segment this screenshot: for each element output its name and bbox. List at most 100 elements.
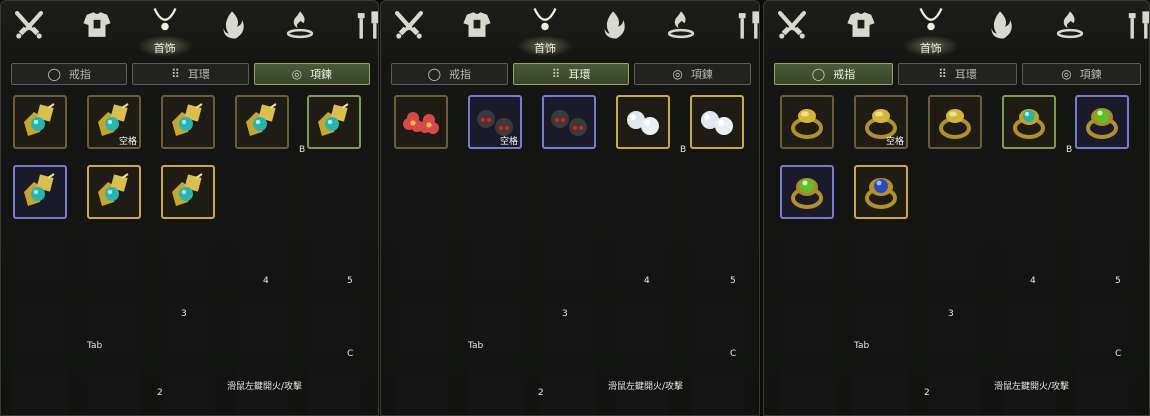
empty-slot[interactable] <box>307 301 361 355</box>
empty-slot[interactable] <box>13 369 67 415</box>
category-armor-button[interactable] <box>455 5 499 49</box>
empty-slot[interactable] <box>394 369 448 415</box>
empty-slot[interactable] <box>1002 369 1056 415</box>
empty-slot[interactable] <box>854 233 908 287</box>
empty-slot[interactable] <box>468 233 522 287</box>
item-slot[interactable] <box>616 95 670 149</box>
empty-slot[interactable] <box>13 301 67 355</box>
empty-slot[interactable] <box>690 233 744 287</box>
tab-earring[interactable]: ⠿ 耳環 <box>132 63 249 85</box>
tab-necklace[interactable]: ◎ 項鍊 <box>634 63 751 85</box>
item-slot[interactable] <box>1002 95 1056 149</box>
category-crossed-swords-button[interactable] <box>770 5 814 49</box>
empty-slot[interactable] <box>928 165 982 219</box>
category-fire-bowl-button[interactable] <box>278 5 322 49</box>
empty-slot[interactable] <box>542 233 596 287</box>
tab-ring[interactable]: ◯ 戒指 <box>11 63 128 85</box>
empty-slot[interactable] <box>307 165 361 219</box>
empty-slot[interactable] <box>780 369 834 415</box>
tab-earring[interactable]: ⠿ 耳環 <box>898 63 1017 85</box>
item-slot[interactable] <box>161 95 215 149</box>
empty-slot[interactable] <box>616 369 670 415</box>
category-crossed-swords-button[interactable] <box>7 5 51 49</box>
category-flame-button[interactable] <box>210 5 254 49</box>
category-armor-button[interactable] <box>839 5 883 49</box>
empty-slot[interactable] <box>235 165 289 219</box>
empty-slot[interactable] <box>616 233 670 287</box>
empty-slot[interactable] <box>13 233 67 287</box>
empty-slot[interactable] <box>87 233 141 287</box>
empty-slot[interactable] <box>928 301 982 355</box>
empty-slot[interactable] <box>780 301 834 355</box>
empty-slot[interactable] <box>1075 301 1129 355</box>
item-slot[interactable] <box>13 165 67 219</box>
item-slot[interactable] <box>161 165 215 219</box>
item-slot[interactable] <box>780 165 834 219</box>
empty-slot[interactable] <box>1075 165 1129 219</box>
item-slot[interactable] <box>780 95 834 149</box>
item-slot[interactable] <box>307 95 361 149</box>
empty-slot[interactable] <box>1075 233 1129 287</box>
item-slot[interactable] <box>1075 95 1129 149</box>
empty-slot[interactable] <box>542 301 596 355</box>
empty-slot[interactable] <box>468 165 522 219</box>
empty-slot[interactable] <box>780 233 834 287</box>
item-slot[interactable] <box>542 95 596 149</box>
category-armor-button[interactable] <box>75 5 119 49</box>
empty-slot[interactable] <box>690 369 744 415</box>
category-tools-button[interactable] <box>727 5 759 49</box>
empty-slot[interactable] <box>394 165 448 219</box>
empty-slot[interactable] <box>394 233 448 287</box>
item-slot[interactable] <box>394 95 448 149</box>
empty-slot[interactable] <box>87 369 141 415</box>
empty-slot[interactable] <box>928 233 982 287</box>
item-slot[interactable] <box>928 95 982 149</box>
empty-slot[interactable] <box>394 301 448 355</box>
category-tools-button[interactable] <box>346 5 378 49</box>
empty-slot[interactable] <box>307 233 361 287</box>
item-slot[interactable] <box>690 95 744 149</box>
empty-slot[interactable] <box>468 369 522 415</box>
item-slot[interactable]: 空格 <box>87 95 141 149</box>
empty-slot[interactable] <box>616 165 670 219</box>
empty-slot[interactable] <box>542 369 596 415</box>
category-crossed-swords-button[interactable] <box>387 5 431 49</box>
empty-slot[interactable] <box>1075 369 1129 415</box>
category-tools-button[interactable] <box>1117 5 1149 49</box>
empty-slot[interactable] <box>161 369 215 415</box>
empty-slot[interactable] <box>1002 233 1056 287</box>
empty-slot[interactable] <box>690 301 744 355</box>
category-fire-bowl-button[interactable] <box>659 5 703 49</box>
item-slot[interactable] <box>854 165 908 219</box>
earring-icon: ⠿ <box>551 67 561 81</box>
empty-slot[interactable] <box>161 301 215 355</box>
tab-ring[interactable]: ◯ 戒指 <box>391 63 508 85</box>
tab-necklace[interactable]: ◎ 項鍊 <box>253 63 370 85</box>
category-necklace-button[interactable]: 首饰 <box>136 5 193 57</box>
empty-slot[interactable] <box>235 369 289 415</box>
category-flame-button[interactable] <box>978 5 1022 49</box>
empty-slot[interactable] <box>542 165 596 219</box>
category-fire-bowl-button[interactable] <box>1048 5 1092 49</box>
item-slot[interactable] <box>87 165 141 219</box>
empty-slot[interactable] <box>616 301 670 355</box>
empty-slot[interactable] <box>307 369 361 415</box>
empty-slot[interactable] <box>161 233 215 287</box>
empty-slot[interactable] <box>1002 165 1056 219</box>
empty-slot[interactable] <box>854 369 908 415</box>
item-slot[interactable] <box>13 95 67 149</box>
item-slot[interactable]: 空格 <box>468 95 522 149</box>
item-slot[interactable]: 空格 <box>854 95 908 149</box>
empty-slot[interactable] <box>235 233 289 287</box>
empty-slot[interactable] <box>690 165 744 219</box>
category-flame-button[interactable] <box>591 5 635 49</box>
category-necklace-button[interactable]: 首饰 <box>902 5 959 57</box>
empty-slot[interactable] <box>928 369 982 415</box>
empty-slot[interactable] <box>1002 301 1056 355</box>
tab-ring[interactable]: ◯ 戒指 <box>774 63 893 85</box>
category-necklace-button[interactable]: 首饰 <box>517 5 573 57</box>
empty-slot[interactable] <box>235 301 289 355</box>
item-slot[interactable] <box>235 95 289 149</box>
tab-necklace[interactable]: ◎ 項鍊 <box>1022 63 1141 85</box>
tab-earring[interactable]: ⠿ 耳環 <box>512 63 630 85</box>
